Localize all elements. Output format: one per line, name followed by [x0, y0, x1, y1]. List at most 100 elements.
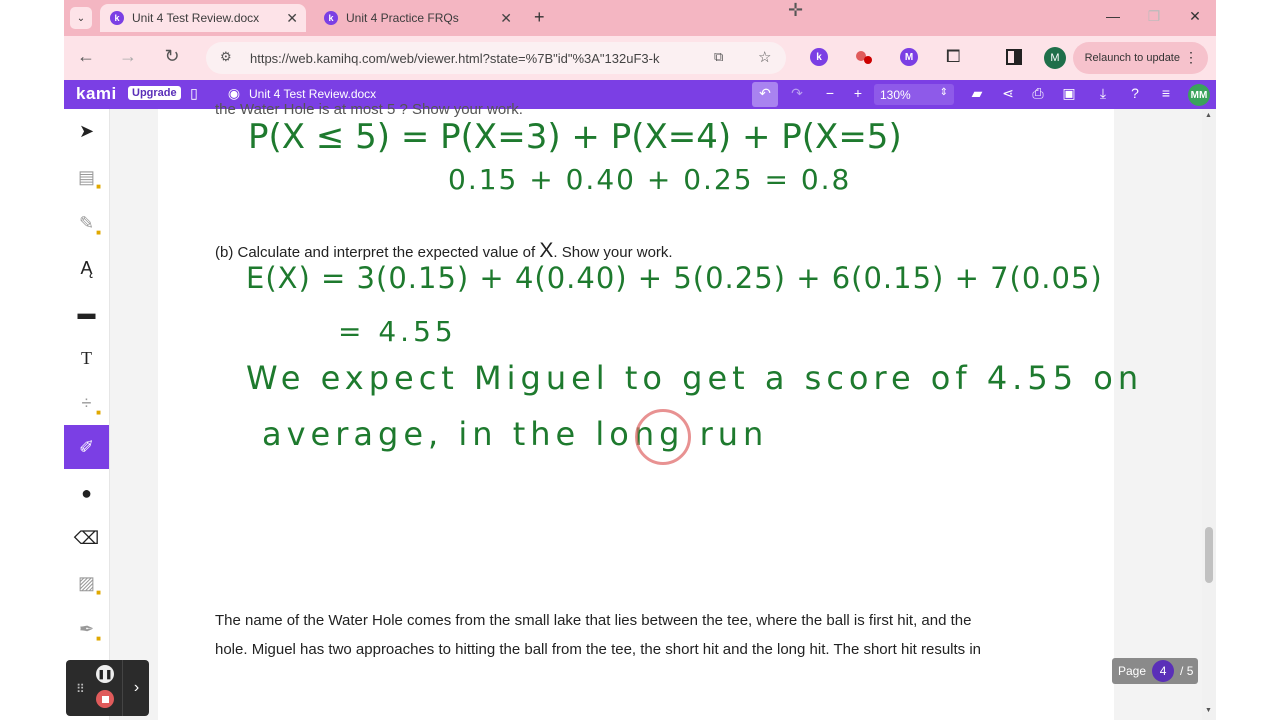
paragraph-line: hole. Miguel has two approaches to hitti… [215, 641, 982, 658]
kami-tool-palette: ➤ ▤ ■ ✎ ■ Ą ▬ T ÷ ■ ✐ ● ⌫ ▨ ■ ✒ ■ [64, 109, 110, 720]
record-extension-icon[interactable] [856, 48, 874, 66]
more-menu-icon[interactable]: ⋮ [1184, 49, 1198, 66]
comment-highlight-tool-icon[interactable]: ✎ ■ [64, 201, 109, 245]
page-navigator[interactable]: Page 4 / 5 [1112, 658, 1198, 684]
zoom-out-icon[interactable]: − [820, 85, 840, 101]
side-panel-icon[interactable] [1006, 49, 1022, 65]
shapes-tool-icon[interactable]: ● [64, 471, 109, 515]
eraser-tool-icon[interactable]: ⌫ [64, 516, 109, 560]
lock-icon: ■ [96, 408, 101, 417]
window-close-icon[interactable]: ✕ [1180, 8, 1210, 25]
lock-icon: ■ [96, 182, 101, 191]
back-icon[interactable]: ← [74, 46, 98, 67]
sidebar-toggle-icon[interactable]: ▯ [184, 85, 204, 102]
select-tool-cursor-icon[interactable]: ➤ [64, 109, 109, 153]
cast-icon[interactable]: ⧉ [714, 49, 723, 65]
tab-title: Unit 4 Practice FRQs [346, 11, 459, 25]
profile-avatar[interactable]: M [1044, 47, 1066, 69]
save-icon[interactable]: ▣ [1059, 85, 1079, 102]
text-tool-icon[interactable]: T [64, 336, 109, 380]
page-label: Page [1118, 664, 1147, 678]
current-page-input[interactable]: 4 [1152, 660, 1175, 682]
image-tool-icon[interactable]: ▨ ■ [64, 561, 109, 605]
pause-icon[interactable]: ❚❚ [96, 665, 114, 683]
paragraph-line: The name of the Water Hole comes from th… [215, 612, 972, 629]
minimize-icon[interactable]: — [1098, 8, 1128, 24]
handwriting-line: We expect Miguel to get a score of 4.55 … [246, 359, 1144, 397]
move-cursor-icon: ✛ [788, 0, 804, 20]
relaunch-to-update-button[interactable]: Relaunch to update ⋮ [1072, 42, 1208, 74]
share-icon[interactable]: ⋖ [998, 85, 1018, 102]
forward-icon[interactable]: → [116, 46, 140, 67]
tab-title: Unit 4 Test Review.docx [132, 11, 260, 25]
browser-toolbar: ← → ↻ ⚙ https://web.kamihq.com/web/viewe… [64, 36, 1216, 80]
lock-icon: ■ [96, 634, 101, 643]
tab-unit4-test-review[interactable]: k Unit 4 Test Review.docx ✕ [100, 4, 306, 32]
stop-recording-icon[interactable] [96, 690, 114, 708]
screen-recorder-widget: ⠿ ❚❚ › [66, 660, 149, 716]
undo-icon[interactable]: ↶ [755, 85, 775, 102]
zoom-value: 130% [880, 87, 911, 102]
hamburger-menu-icon[interactable]: ≡ [1156, 85, 1176, 101]
left-letterbox [0, 0, 64, 720]
drawing-tool-brush-icon[interactable]: ✐ [64, 425, 109, 469]
cursor-highlight-ring [635, 409, 691, 465]
question-a-fragment: the Water Hole is at most 5 ? Show your … [215, 101, 523, 118]
print-icon[interactable]: ⎙ [1028, 85, 1048, 102]
bookmark-star-icon[interactable]: ☆ [758, 48, 771, 66]
scrollbar-thumb[interactable] [1205, 527, 1213, 583]
kami-favicon-icon: k [110, 11, 124, 25]
redo-icon[interactable]: ↷ [787, 85, 807, 102]
scroll-up-arrow-icon[interactable]: ▲ [1205, 112, 1212, 119]
zoom-in-icon[interactable]: + [848, 85, 868, 101]
reload-icon[interactable]: ↻ [160, 46, 184, 67]
document-page[interactable]: the Water Hole is at most 5 ? Show your … [158, 101, 1138, 720]
scroll-down-arrow-icon[interactable]: ▼ [1205, 707, 1212, 714]
right-letterbox [1216, 0, 1280, 720]
help-icon[interactable]: ? [1125, 85, 1145, 101]
close-icon[interactable]: ✕ [500, 10, 512, 27]
question-b-suffix: . Show your work. [553, 244, 673, 261]
address-bar[interactable]: ⚙ https://web.kamihq.com/web/viewer.html… [206, 42, 786, 74]
new-tab-button[interactable]: + [534, 7, 545, 28]
handwriting-line: P(X ≤ 5) = P(X=3) + P(X=4) + P(X=5) [248, 117, 902, 157]
handwriting-line: E(X) = 3(0.15) + 4(0.40) + 5(0.25) + 6(0… [246, 261, 1103, 295]
open-folder-icon[interactable]: ▰ [967, 85, 987, 102]
drag-handle-icon[interactable]: ⠿ [76, 682, 85, 696]
url-text[interactable]: https://web.kamihq.com/web/viewer.html?s… [250, 51, 660, 66]
kami-logo[interactable]: kami [76, 84, 117, 104]
user-avatar[interactable]: MM [1188, 84, 1210, 106]
signature-tool-icon[interactable]: ✒ ■ [64, 607, 109, 651]
relaunch-label: Relaunch to update [1084, 52, 1180, 64]
comment-tool-icon[interactable]: ▬ [64, 291, 109, 335]
extensions-puzzle-icon[interactable]: ⧠ [946, 46, 960, 67]
tab-search-button[interactable]: ⌄ [70, 7, 92, 29]
handwriting-line: 0.15 + 0.40 + 0.25 = 0.8 [448, 163, 852, 196]
question-b-prefix: (b) Calculate and interpret the expected… [215, 244, 540, 261]
handwriting-line: = 4.55 [338, 315, 457, 348]
question-b: (b) Calculate and interpret the expected… [215, 239, 673, 263]
handwriting-line: average, in the long run [262, 415, 769, 453]
upgrade-button[interactable]: Upgrade [128, 86, 181, 100]
equation-tool-icon[interactable]: ÷ ■ [64, 381, 109, 425]
document-viewer[interactable]: the Water Hole is at most 5 ? Show your … [110, 101, 1202, 720]
vertical-scrollbar[interactable]: ▲ ▼ [1202, 109, 1216, 720]
chevron-updown-icon: ⇕ [939, 87, 948, 98]
close-icon[interactable]: ✕ [286, 10, 298, 27]
zoom-select[interactable]: 130% ⇕ [874, 84, 954, 105]
kami-extension-icon[interactable]: k [810, 48, 828, 66]
tab-unit4-practice-frqs[interactable]: k Unit 4 Practice FRQs ✕ [314, 4, 520, 32]
download-icon[interactable]: ⤓ [1093, 85, 1113, 102]
browser-tab-strip: ⌄ k Unit 4 Test Review.docx ✕ k Unit 4 P… [64, 0, 1216, 36]
restore-icon[interactable]: ❐ [1139, 8, 1169, 25]
lock-icon: ■ [96, 228, 101, 237]
variable-x: X [539, 239, 554, 262]
kami-favicon-icon: k [324, 11, 338, 25]
text-select-tool-icon[interactable]: ▤ ■ [64, 155, 109, 199]
site-settings-icon[interactable]: ⚙ [220, 49, 232, 65]
lock-icon: ■ [96, 588, 101, 597]
m-extension-icon[interactable]: M [900, 48, 918, 66]
expand-chevron-icon[interactable]: › [122, 660, 150, 716]
document-name[interactable]: Unit 4 Test Review.docx [249, 87, 376, 101]
markup-tool-icon[interactable]: Ą [64, 246, 109, 290]
